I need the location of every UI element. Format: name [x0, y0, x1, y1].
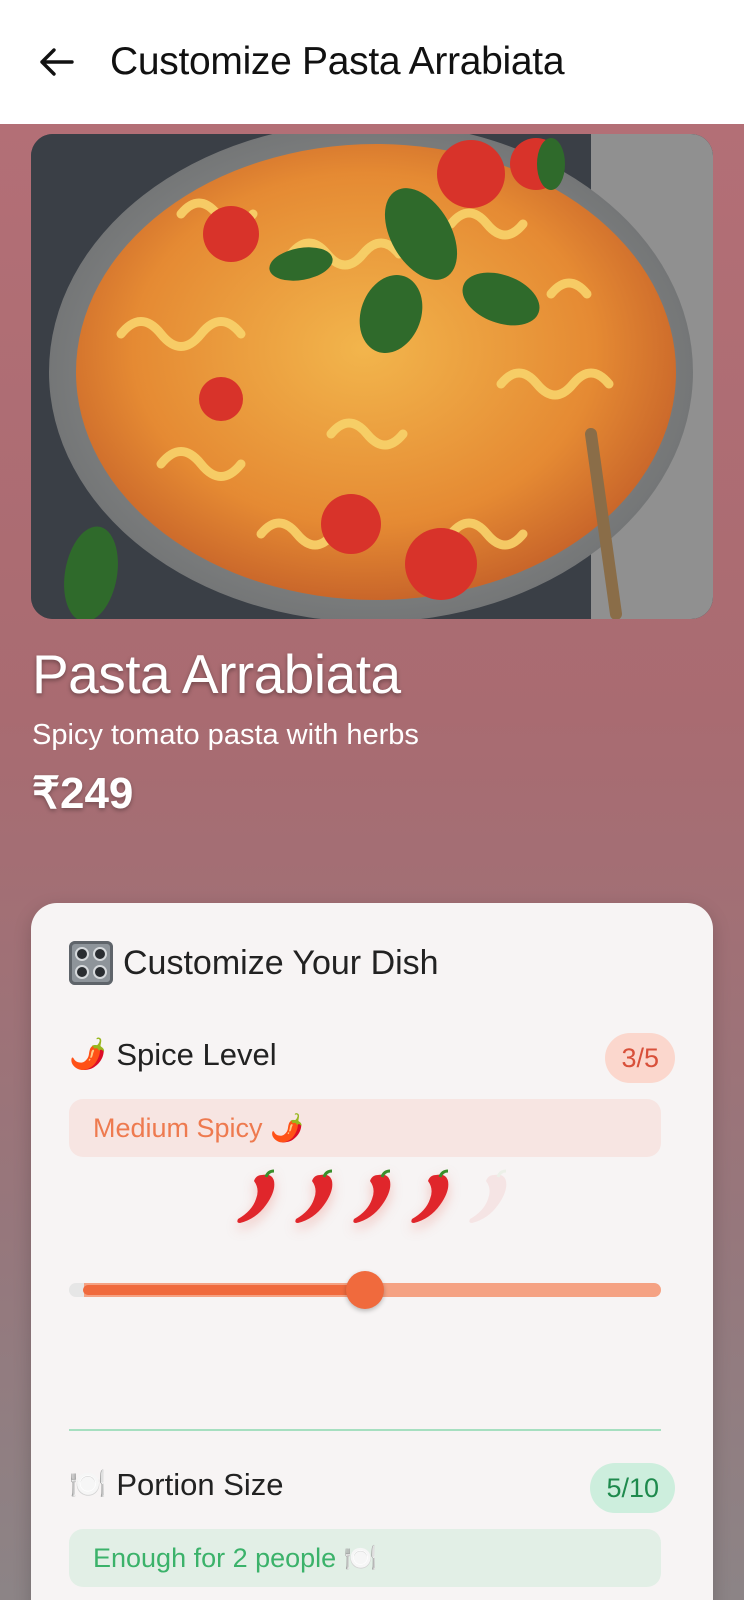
- control-knobs-icon: [69, 941, 113, 985]
- back-button[interactable]: [36, 42, 76, 82]
- chili-icon: [237, 1169, 275, 1223]
- portion-size-badge: 5/10: [590, 1463, 675, 1513]
- app-bar: Customize Pasta Arrabiata: [0, 0, 744, 124]
- customize-title: Customize Your Dish: [123, 943, 439, 982]
- chili-icon: [469, 1169, 507, 1223]
- portion-size-label: 🍽️ Portion Size: [69, 1467, 284, 1503]
- dish-price: ₹249: [32, 769, 134, 818]
- slider-thumb[interactable]: [346, 1271, 384, 1309]
- chili-icon: [353, 1169, 391, 1223]
- spice-level-badge: 3/5: [605, 1033, 675, 1083]
- chili-icon: 🌶️: [69, 1038, 107, 1071]
- spice-level-description: Medium Spicy 🌶️: [69, 1099, 661, 1157]
- dish-description: Spicy tomato pasta with herbs: [32, 719, 419, 751]
- dish-image: [31, 134, 713, 619]
- portion-size-description: Enough for 2 people 🍽️: [69, 1529, 661, 1587]
- main-content: Pasta Arrabiata Spicy tomato pasta with …: [0, 124, 744, 1600]
- spice-level-label: 🌶️ Spice Level: [69, 1037, 277, 1073]
- slider-fill: [83, 1285, 365, 1295]
- page-title: Customize Pasta Arrabiata: [110, 40, 565, 83]
- spice-chili-row: [31, 1169, 713, 1233]
- section-divider: [69, 1429, 661, 1431]
- customize-header: Customize Your Dish: [69, 941, 439, 985]
- plate-icon: 🍽️: [69, 1468, 107, 1501]
- chili-icon: [411, 1169, 449, 1223]
- dish-name: Pasta Arrabiata: [32, 643, 401, 705]
- spice-level-text: Spice Level: [116, 1037, 277, 1072]
- customize-card: Customize Your Dish 🌶️ Spice Level 3/5 M…: [31, 903, 713, 1600]
- arrow-left-icon: [40, 48, 74, 76]
- portion-size-text: Portion Size: [116, 1467, 284, 1502]
- chili-icon: [295, 1169, 333, 1223]
- spice-level-slider[interactable]: [69, 1271, 661, 1309]
